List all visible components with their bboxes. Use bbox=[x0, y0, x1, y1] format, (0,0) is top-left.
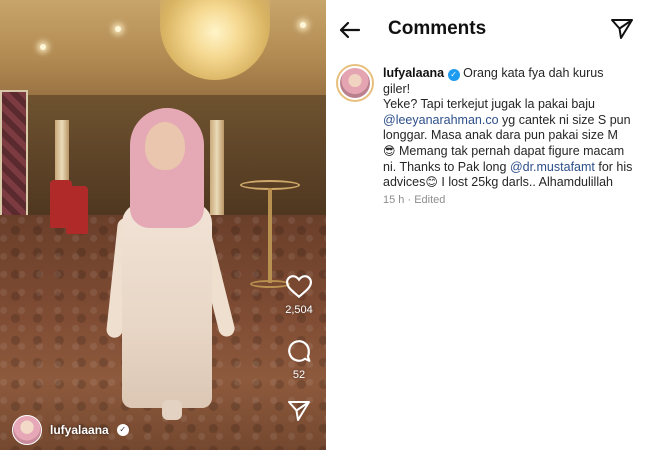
comment-username[interactable]: lufyalaana bbox=[383, 66, 444, 80]
page-title: Comments bbox=[388, 18, 487, 39]
comment-body: lufyalaana ✓ Orang kata fya dah kurus gi… bbox=[383, 66, 633, 208]
verified-badge-icon: ✓ bbox=[447, 69, 460, 81]
video-player[interactable]: 2,504 52 lufyalaana ✓ bbox=[0, 0, 326, 450]
comment-text: I lost 25kg darls.. Alhamdulillah bbox=[437, 175, 613, 190]
avatar[interactable] bbox=[336, 64, 374, 102]
person-image bbox=[105, 108, 237, 428]
share-button[interactable] bbox=[279, 400, 319, 422]
video-username[interactable]: lufyalaana bbox=[50, 423, 109, 437]
like-count: 2,504 bbox=[285, 304, 313, 316]
comment-button[interactable]: 52 bbox=[279, 338, 319, 381]
edited-label: Edited bbox=[414, 193, 446, 206]
mention-link[interactable]: @dr.mustafamt bbox=[510, 160, 595, 174]
speech-bubble-icon bbox=[288, 340, 311, 362]
video-author[interactable]: lufyalaana ✓ bbox=[12, 414, 129, 446]
like-button[interactable]: 2,504 bbox=[279, 275, 319, 316]
chair-image bbox=[66, 186, 88, 234]
ceiling-light bbox=[115, 26, 121, 32]
mention-link[interactable]: @leeyanarahman.co bbox=[383, 113, 499, 127]
paper-plane-icon bbox=[611, 19, 633, 39]
cocktail-table-image bbox=[240, 180, 300, 290]
comment-timestamp: 15 h bbox=[383, 193, 405, 206]
comment-text: Yeke? Tapi terkejut jugak la pakai baju bbox=[383, 97, 595, 112]
comment-count: 52 bbox=[292, 369, 306, 381]
ceiling-light bbox=[40, 44, 46, 50]
share-post-button[interactable] bbox=[610, 18, 634, 42]
comments-panel: Comments lufyalaana ✓ Orang kata fya dah… bbox=[326, 0, 650, 450]
sunglasses-emoji: 😎 bbox=[383, 143, 396, 158]
arrow-left-icon bbox=[339, 21, 361, 39]
verified-badge-icon: ✓ bbox=[116, 424, 129, 436]
heart-icon bbox=[286, 275, 312, 299]
comments-header: Comments bbox=[326, 0, 650, 58]
paper-plane-icon bbox=[288, 401, 310, 421]
avatar[interactable] bbox=[12, 415, 42, 445]
comment-meta: 15 h · Edited bbox=[383, 193, 446, 206]
smile-emoji: 😊 bbox=[425, 175, 438, 190]
ceiling-light bbox=[300, 22, 306, 28]
back-button[interactable] bbox=[338, 18, 362, 42]
